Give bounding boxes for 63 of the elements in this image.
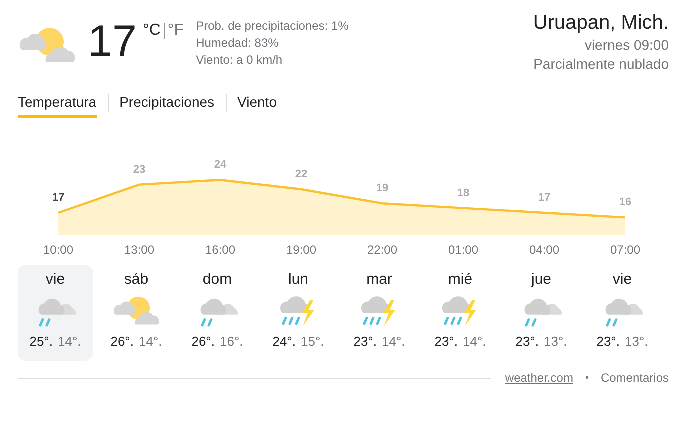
- high-temperature: 23°.: [434, 334, 458, 349]
- day-name: dom: [202, 271, 232, 288]
- day-time: viernes 09:00: [584, 36, 669, 55]
- low-temperature: 14°.: [382, 334, 406, 349]
- low-temperature: 14°.: [139, 334, 162, 349]
- tab[interactable]: Precipitaciones: [120, 88, 215, 118]
- temperature-label: 16: [619, 196, 632, 209]
- weather-condition: Parcialmente nublado: [534, 55, 669, 74]
- hour-label: 22:00: [366, 243, 399, 257]
- location-name: Uruapan, Mich.: [533, 11, 669, 36]
- day-forecast[interactable]: vie 23°. 13°.: [585, 265, 660, 361]
- celsius-unit[interactable]: °C: [142, 22, 161, 40]
- hour-label: 16:00: [204, 243, 237, 257]
- hour-label: 01:00: [447, 243, 480, 257]
- day-forecast[interactable]: lun 24°. 15°.: [261, 265, 336, 361]
- temperature: 17: [88, 20, 137, 64]
- low-temperature: 13°.: [625, 334, 648, 349]
- high-temperature: 26°.: [110, 334, 134, 349]
- tab[interactable]: Viento: [238, 88, 277, 118]
- high-temperature: 26°.: [192, 334, 215, 349]
- hour-label: 10:00: [42, 243, 75, 257]
- day-name: vie: [612, 271, 632, 288]
- low-temperature: 16°.: [220, 334, 244, 349]
- low-temperature: 15°.: [301, 334, 324, 349]
- day-name: mié: [448, 271, 473, 288]
- temperature-label: 19: [376, 182, 389, 195]
- hour-label: 19:00: [285, 243, 318, 257]
- source-link[interactable]: weather.com: [505, 371, 574, 385]
- day-name: mar: [366, 271, 392, 288]
- day-name: vie: [46, 271, 66, 288]
- low-temperature: 13°.: [544, 334, 568, 349]
- temperature-label: 24: [214, 159, 227, 172]
- temperature-label: 17: [52, 192, 65, 204]
- high-temperature: 25°.: [30, 334, 53, 349]
- feedback-link[interactable]: Comentarios: [600, 371, 669, 385]
- temperature-label: 22: [295, 168, 308, 180]
- day-name: lun: [288, 271, 309, 288]
- precipitation-probability: Prob. de precipitaciones: 1%: [196, 18, 349, 35]
- day-forecast[interactable]: vie 25°. 14°.: [18, 265, 93, 361]
- separator-dot: •: [585, 372, 589, 384]
- high-temperature: 23°.: [354, 334, 377, 349]
- temperature-label: 23: [133, 164, 146, 176]
- tab[interactable]: Temperatura: [18, 88, 97, 118]
- low-temperature: 14°.: [463, 334, 486, 349]
- humidity: Humedad: 83%: [196, 35, 280, 52]
- hour-label: 04:00: [528, 243, 561, 257]
- day-forecast[interactable]: sáb 26°. 14°.: [99, 265, 174, 361]
- day-forecast[interactable]: mar 23°. 14°.: [342, 265, 417, 361]
- day-forecast[interactable]: jue 23°. 13°.: [504, 265, 579, 361]
- high-temperature: 23°.: [596, 334, 620, 349]
- hour-label: 13:00: [123, 243, 156, 257]
- day-name: sáb: [124, 271, 149, 288]
- high-temperature: 24°.: [272, 334, 296, 349]
- temperature-label: 18: [457, 187, 470, 200]
- day-forecast[interactable]: mié 23°. 14°.: [423, 265, 498, 361]
- low-temperature: 14°.: [58, 334, 82, 349]
- fahrenheit-unit[interactable]: °F: [168, 22, 184, 40]
- day-name: jue: [531, 271, 552, 288]
- hour-label: 07:00: [609, 243, 642, 257]
- wind-speed: Viento: a 0 km/h: [196, 52, 284, 69]
- high-temperature: 23°.: [516, 334, 539, 349]
- temperature-label: 17: [538, 192, 551, 204]
- day-forecast[interactable]: dom 26°. 16°.: [180, 265, 255, 361]
